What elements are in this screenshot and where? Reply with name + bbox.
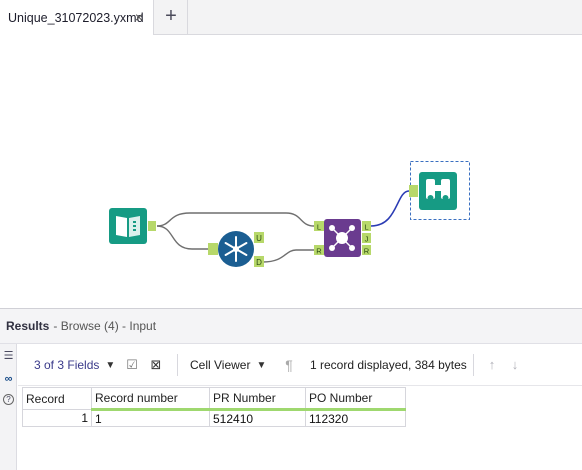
document-tab-bar: Unique_31072023.yxmd × + (0, 0, 582, 35)
close-icon[interactable]: × (132, 9, 146, 25)
join-tool[interactable]: L R L J R (314, 219, 371, 257)
cell-viewer-dropdown[interactable]: Cell Viewer ▼ (190, 344, 266, 386)
toolbar-divider (473, 354, 474, 376)
chevron-down-icon: ▼ (105, 359, 116, 371)
workflow-tab[interactable]: Unique_31072023.yxmd × (0, 0, 154, 35)
list-view-icon[interactable]: ☰ (2, 350, 15, 363)
connector-duplicate-to-join-right (262, 249, 314, 263)
input-data-tool[interactable] (109, 208, 156, 244)
results-title: Results (6, 319, 50, 333)
cell-viewer-label: Cell Viewer (190, 358, 251, 372)
join-right-input-anchor[interactable]: R (316, 247, 322, 256)
record-summary: 1 record displayed, 384 bytes (310, 358, 467, 372)
grid-header-row: Record Record number PR Number PO Number (22, 387, 406, 411)
cell-record[interactable]: 1 (22, 409, 92, 427)
connector-input-to-join-left (156, 212, 315, 227)
workflow-canvas[interactable]: U D L R L J R (0, 35, 582, 308)
results-toolbar: 3 of 3 Fields ▼ ☑ ⊠ Cell Viewer ▼ ¶ 1 re… (18, 344, 582, 386)
binoculars-icon[interactable]: ∞ (2, 373, 15, 386)
duplicate-output-anchor[interactable]: D (256, 258, 262, 267)
browse-tool[interactable] (409, 161, 470, 220)
join-left-output-anchor[interactable]: L (364, 223, 368, 232)
results-side-rail: ☰ ∞ ? (0, 344, 17, 470)
arrow-down-icon[interactable]: ↓ (507, 357, 523, 373)
cell-po-number[interactable]: 112320 (305, 409, 406, 427)
join-left-input-anchor[interactable]: L (317, 223, 321, 232)
unique-output-anchor[interactable]: U (256, 234, 262, 243)
column-header-po-number[interactable]: PO Number (305, 387, 406, 411)
workflow-diagram: U D L R L J R (109, 161, 470, 267)
pilcrow-icon[interactable]: ¶ (281, 357, 297, 373)
fields-dropdown-label: 3 of 3 Fields (34, 358, 100, 372)
table-row[interactable]: 1 1 512410 112320 (22, 409, 406, 427)
toolbar-divider (177, 354, 178, 376)
results-grid: Record Record number PR Number PO Number… (22, 387, 406, 427)
checkbox-select-icon[interactable]: ☑ (124, 357, 140, 373)
chevron-down-icon: ▼ (256, 359, 267, 371)
arrow-up-icon[interactable]: ↑ (484, 357, 500, 373)
cell-pr-number[interactable]: 512410 (209, 409, 306, 427)
cell-record-number[interactable]: 1 (91, 409, 210, 427)
join-inner-output-anchor[interactable]: J (365, 235, 369, 244)
column-header-record[interactable]: Record (22, 387, 92, 410)
column-header-record-number[interactable]: Record number (91, 387, 210, 411)
designer-window: Unique_31072023.yxmd × + U D L R L J R R… (0, 0, 582, 470)
help-icon[interactable]: ? (3, 394, 14, 405)
join-right-output-anchor[interactable]: R (364, 247, 370, 256)
connector-input-to-unique (156, 225, 208, 250)
fields-dropdown[interactable]: 3 of 3 Fields ▼ (34, 344, 115, 386)
column-header-pr-number[interactable]: PR Number (209, 387, 306, 411)
workflow-tab-label: Unique_31072023.yxmd (8, 10, 144, 25)
results-subtitle: - Browse (4) - Input (53, 319, 157, 333)
results-panel-header: Results - Browse (4) - Input (0, 308, 582, 344)
connector-join-to-browse (370, 190, 410, 227)
unique-tool[interactable]: U D (208, 231, 264, 267)
add-tab-icon[interactable]: + (155, 0, 188, 35)
clear-selection-icon[interactable]: ⊠ (148, 357, 164, 373)
